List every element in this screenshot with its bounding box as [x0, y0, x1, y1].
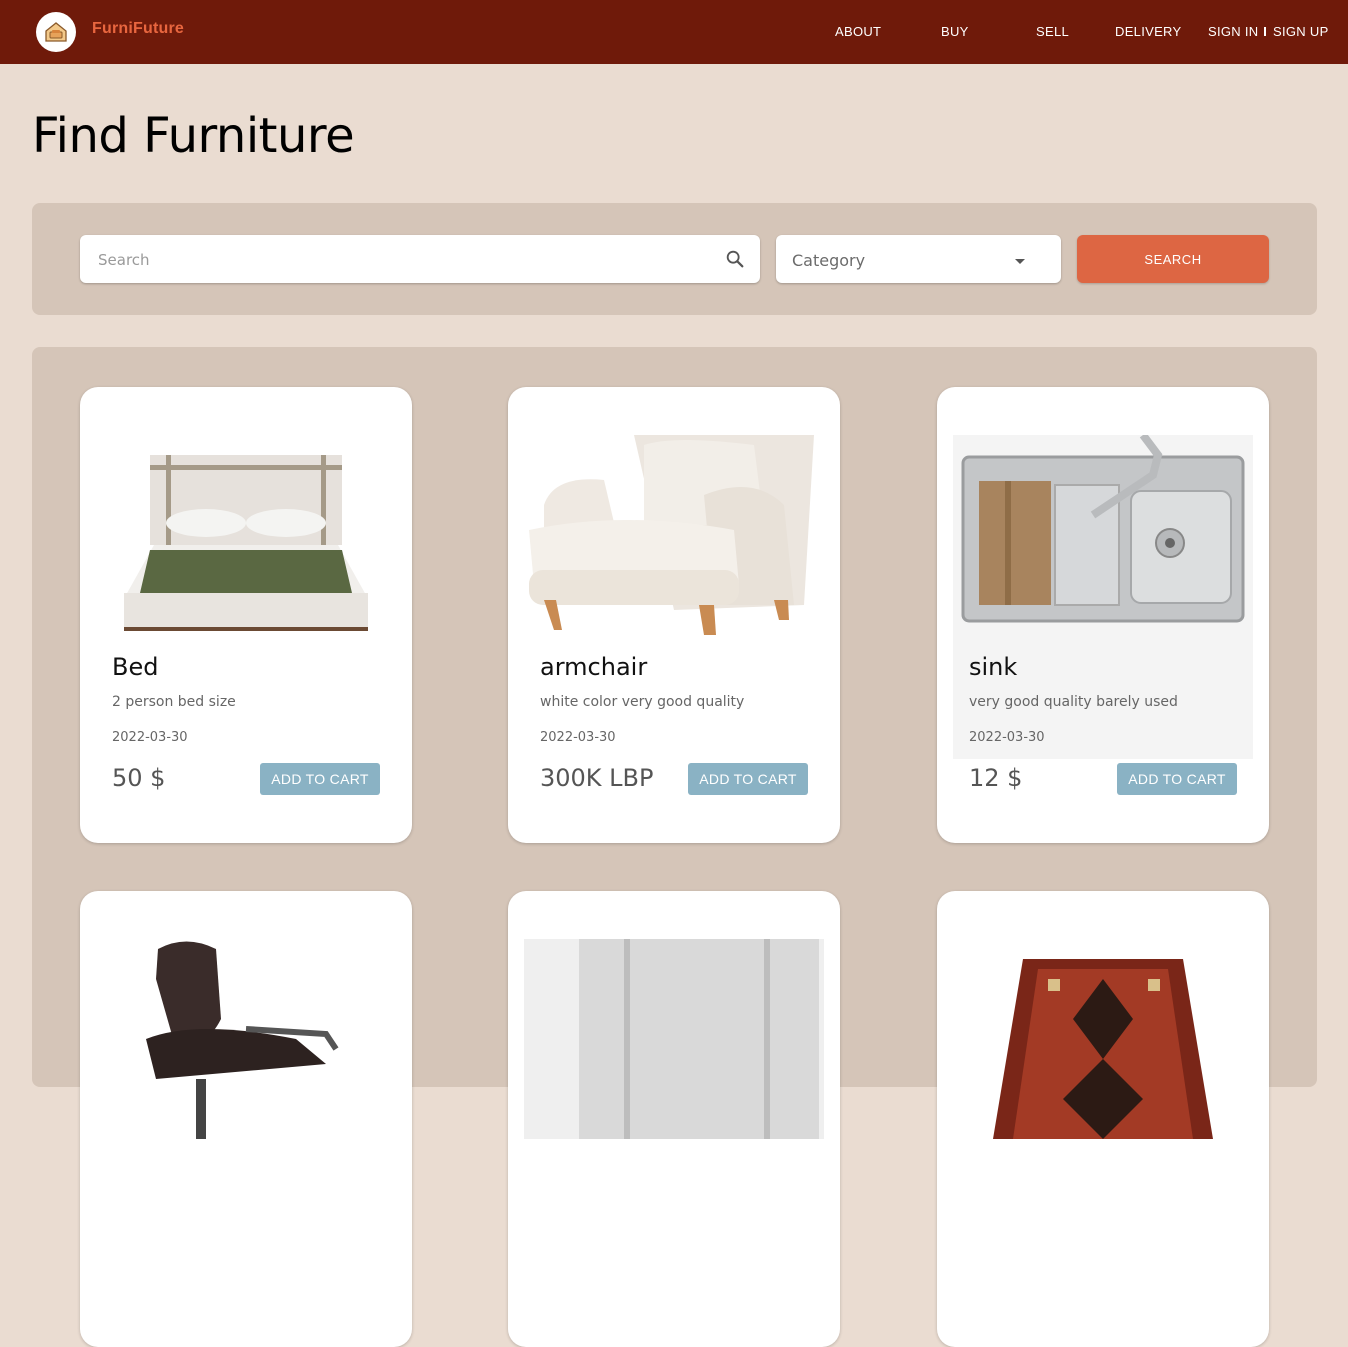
- search-button[interactable]: SEARCH: [1077, 235, 1269, 283]
- armchair-image: [524, 435, 824, 635]
- product-price: 300K LBP: [540, 764, 654, 792]
- product-card-refrigerator[interactable]: [508, 891, 840, 1347]
- nav-delivery[interactable]: DELIVERY: [1115, 24, 1181, 39]
- product-price: 50 $: [112, 764, 166, 792]
- product-name: armchair: [540, 653, 648, 681]
- search-icon[interactable]: [724, 248, 746, 270]
- product-card-bed[interactable]: Bed 2 person bed size 2022-03-30 50 $ AD…: [80, 387, 412, 843]
- product-price: 12 $: [969, 764, 1023, 792]
- nav-sell[interactable]: SELL: [1036, 24, 1069, 39]
- product-date: 2022-03-30: [540, 730, 616, 745]
- add-to-cart-button[interactable]: ADD TO CART: [260, 763, 380, 795]
- nav-buy[interactable]: BUY: [941, 24, 969, 39]
- product-card-rug[interactable]: [937, 891, 1269, 1347]
- sink-image: [953, 435, 1253, 635]
- top-navbar: FurniFuture ABOUT BUY SELL DELIVERY SIGN…: [0, 0, 1348, 64]
- bed-image: [96, 435, 396, 635]
- sign-up-link[interactable]: SIGN UP: [1273, 24, 1329, 39]
- category-select[interactable]: Category: [776, 235, 1061, 283]
- logo[interactable]: [36, 12, 76, 52]
- refrigerator-image: [524, 939, 824, 1139]
- brand-name[interactable]: FurniFuture: [92, 20, 184, 38]
- product-date: 2022-03-30: [112, 730, 188, 745]
- product-description: 2 person bed size: [112, 694, 236, 710]
- product-name: Bed: [112, 653, 159, 681]
- nav-divider: [1264, 27, 1266, 36]
- product-name: sink: [969, 653, 1018, 681]
- chevron-down-icon: [1015, 259, 1025, 264]
- sign-in-link[interactable]: SIGN IN: [1208, 24, 1259, 39]
- product-card-sink[interactable]: sink very good quality barely used 2022-…: [937, 387, 1269, 843]
- product-description: very good quality barely used: [969, 694, 1178, 710]
- page-title: Find Furniture: [32, 108, 355, 164]
- product-description: white color very good quality: [540, 694, 745, 710]
- nav-about[interactable]: ABOUT: [835, 24, 881, 39]
- rug-image: [953, 939, 1253, 1139]
- product-card-office-chair[interactable]: [80, 891, 412, 1347]
- office-chair-image: [96, 939, 396, 1139]
- add-to-cart-button[interactable]: ADD TO CART: [688, 763, 808, 795]
- product-date: 2022-03-30: [969, 730, 1045, 745]
- search-box[interactable]: [80, 235, 760, 285]
- add-to-cart-button[interactable]: ADD TO CART: [1117, 763, 1237, 795]
- product-card-armchair[interactable]: armchair white color very good quality 2…: [508, 387, 840, 843]
- search-input[interactable]: [96, 235, 720, 285]
- house-furniture-icon: [45, 22, 67, 42]
- category-placeholder: Category: [792, 251, 866, 270]
